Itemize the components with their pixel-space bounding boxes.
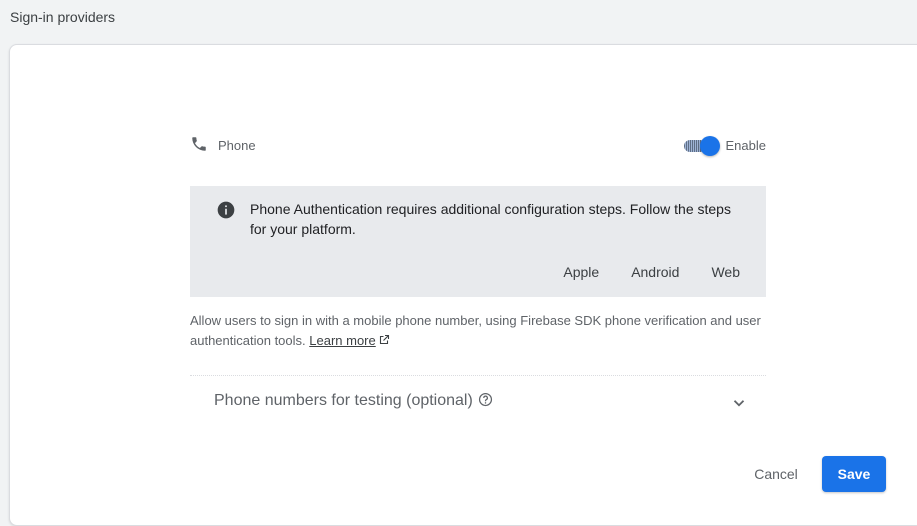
learn-more-link[interactable]: Learn more: [309, 333, 375, 348]
help-icon[interactable]: [478, 392, 493, 407]
provider-description: Allow users to sign in with a mobile pho…: [190, 311, 766, 351]
description-text: Allow users to sign in with a mobile pho…: [190, 313, 761, 348]
save-button[interactable]: Save: [822, 456, 886, 492]
info-message: Phone Authentication requires additional…: [250, 201, 731, 237]
info-banner: Phone Authentication requires additional…: [190, 186, 766, 297]
info-icon: [217, 201, 235, 219]
open-in-new-icon[interactable]: [378, 334, 390, 346]
enable-toggle[interactable]: [684, 136, 720, 156]
enable-label: Enable: [725, 138, 766, 153]
expander-label: Phone numbers for testing (optional): [214, 392, 473, 409]
cancel-button[interactable]: Cancel: [740, 456, 812, 492]
testing-numbers-expander[interactable]: Phone numbers for testing (optional): [190, 376, 766, 426]
page-title: Sign-in providers: [10, 9, 116, 25]
platform-link-apple[interactable]: Apple: [563, 264, 599, 280]
provider-row: Phone Enable: [190, 134, 766, 158]
platform-link-web[interactable]: Web: [711, 264, 740, 280]
platform-link-android[interactable]: Android: [631, 264, 679, 280]
platform-links: Apple Android Web: [563, 264, 740, 280]
phone-icon: [192, 137, 206, 151]
toggle-thumb: [700, 136, 720, 156]
expander-title: Phone numbers for testing (optional): [214, 392, 493, 410]
chevron-down-icon[interactable]: [730, 394, 748, 412]
provider-name: Phone: [218, 138, 256, 153]
